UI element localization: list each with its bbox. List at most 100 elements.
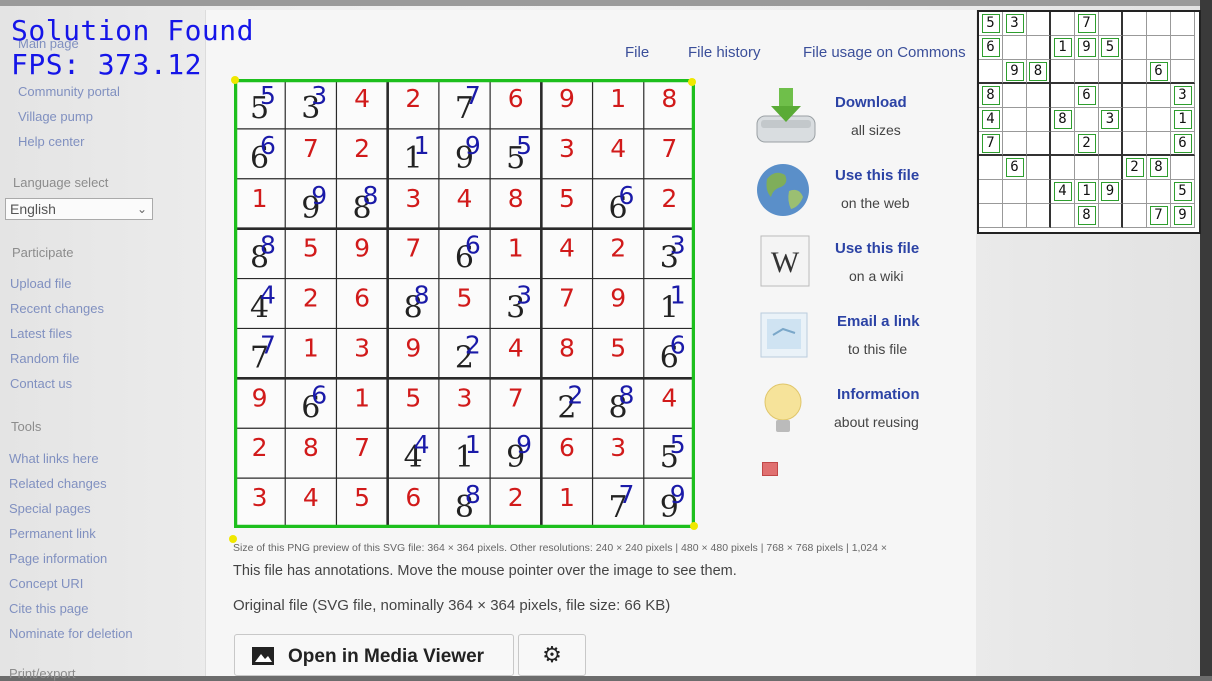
action-information[interactable]: Information about reusing [755,378,975,444]
mini-digit: 6 [1077,86,1096,105]
sidebar-item-village-pump[interactable]: Village pump [18,109,93,124]
tab-file-usage[interactable]: File usage on Commons [803,44,966,61]
mini-cell: 2 [1123,156,1147,180]
mini-digit: 2 [1125,158,1144,177]
solved-digit: 7 [303,134,319,163]
mini-digit: 8 [981,86,1000,105]
action-download[interactable]: Download all sizes [755,86,975,152]
sidebar-item-help-center[interactable]: Help center [18,134,84,149]
mini-cell [1051,204,1075,228]
action-use-web[interactable]: Use this file on the web [755,159,975,225]
solved-digit: 2 [303,284,319,313]
tab-file-history[interactable]: File history [688,44,761,61]
overlay-given-digit: 4 [260,281,276,310]
solved-digit: 1 [508,234,524,263]
solved-digit: 1 [354,383,370,412]
sidebar-item-recent-changes[interactable]: Recent changes [10,301,104,316]
sidebar-item-cite-this-page[interactable]: Cite this page [9,601,89,616]
language-select[interactable]: English ⌄ [5,198,153,220]
sidebar-item-random-file[interactable]: Random file [10,351,79,366]
mini-grid-cells: 537619598686348317266284195879 [979,12,1195,228]
sidebar-item-concept-uri[interactable]: Concept URI [9,576,83,591]
solved-digit: 2 [354,134,370,163]
tab-file[interactable]: File [625,44,649,61]
chevron-down-icon: ⌄ [136,202,147,216]
solved-digit: 5 [610,333,626,362]
mini-cell [1171,36,1195,60]
mini-digit: 1 [1077,182,1096,201]
mini-cell [1003,204,1027,228]
mini-digit: 7 [981,134,1000,153]
corner-marker [231,76,239,84]
solved-digit: 9 [354,234,370,263]
overlay-given-digit: 9 [516,430,532,459]
sidebar-item-latest-files[interactable]: Latest files [10,326,72,341]
mini-cell: 6 [1075,84,1099,108]
mini-digit: 4 [1053,182,1072,201]
sidebar-item-nominate-for-deletion[interactable]: Nominate for deletion [9,626,133,641]
sidebar-item-upload-file[interactable]: Upload file [10,276,71,291]
action-use-wiki[interactable]: W Use this file on a wiki [755,232,975,298]
mini-cell [1099,132,1123,156]
fps-readout: FPS: 373.12 [11,48,202,81]
mini-digit: 5 [981,14,1000,33]
mini-digit: 6 [1149,62,1168,81]
sidebar-item-page-information[interactable]: Page information [9,551,107,566]
overlay-given-digit: 1 [670,281,686,310]
overlay-given-digit: 8 [619,380,635,409]
wikipedia-icon: W [760,235,810,287]
mini-cell: 8 [979,84,1003,108]
sidebar-item-related-changes[interactable]: Related changes [9,476,107,491]
mini-cell [1123,204,1147,228]
mini-cell [979,156,1003,180]
image-icon [252,647,274,665]
solved-digit: 2 [508,483,524,512]
gear-icon: ⚙ [542,642,562,667]
mini-digit: 8 [1149,158,1168,177]
overlay-given-digit: 6 [670,330,686,359]
solved-digit: 1 [559,483,575,512]
action-email-link[interactable]: Email a link to this file [755,305,975,371]
warning-icon [762,462,778,476]
mini-cell [1027,180,1051,204]
mini-cell [1051,84,1075,108]
overlay-given-digit: 6 [260,131,276,160]
mini-cell: 4 [1051,180,1075,204]
download-icon [756,88,816,143]
mini-cell [1123,84,1147,108]
mini-cell: 1 [1171,108,1195,132]
sidebar-item-permanent-link[interactable]: Permanent link [9,526,96,541]
open-media-viewer-button[interactable]: Open in Media Viewer [234,634,514,676]
mini-digit: 9 [1173,206,1192,225]
overlay-given-digit: 5 [670,430,686,459]
mini-cell [1027,204,1051,228]
mini-cell: 9 [1099,180,1123,204]
overlay-given-digit: 2 [465,330,481,359]
sidebar-item-special-pages[interactable]: Special pages [9,501,91,516]
solved-digit: 7 [559,284,575,313]
sidebar-item-community-portal[interactable]: Community portal [18,84,120,99]
mini-digit: 1 [1173,110,1192,129]
solved-digit: 2 [610,234,626,263]
sidebar-item-what-links-here[interactable]: What links here [9,451,99,466]
solved-digit: 7 [405,234,421,263]
sidebar-item-contact-us[interactable]: Contact us [10,376,72,391]
mini-cell: 9 [1171,204,1195,228]
detected-puzzle-grid: 537619598686348317266284195879 [977,10,1201,234]
action-email-title: Email a link [837,313,920,330]
language-value: English [10,201,56,217]
mini-cell [1027,84,1051,108]
mini-cell: 4 [979,108,1003,132]
sudoku-board: 5533427769186672119955347199883485662885… [234,79,695,528]
mini-cell: 6 [979,36,1003,60]
mini-cell [1051,132,1075,156]
overlay-given-digit: 9 [311,181,327,210]
mini-cell [1099,156,1123,180]
mini-cell: 1 [1051,36,1075,60]
original-file-info[interactable]: Original file (SVG file, nominally 364 ×… [233,597,670,614]
mini-digit: 3 [1005,14,1024,33]
mini-cell [1003,180,1027,204]
overlay-given-digit: 9 [465,131,481,160]
solved-digit: 4 [661,383,677,412]
settings-button[interactable]: ⚙ [518,634,586,676]
